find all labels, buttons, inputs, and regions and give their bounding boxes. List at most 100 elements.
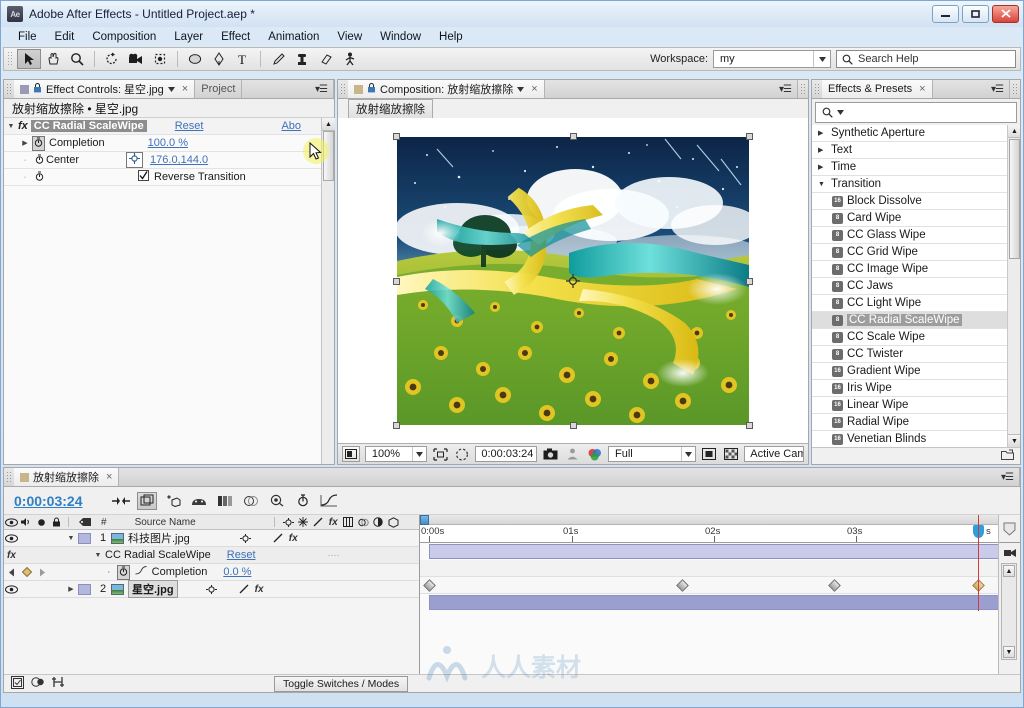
layer-transform-switch[interactable]: [238, 533, 253, 543]
tab-effects-presets[interactable]: Effects & Presets ×: [822, 80, 933, 98]
selection-handle-ml[interactable]: [393, 277, 400, 285]
table-row-effect[interactable]: fx ▼ CC Radial ScaleWipe Reset ····: [4, 547, 419, 564]
frame-blend-switch-icon[interactable]: [341, 517, 356, 527]
clone-stamp-tool-icon[interactable]: [290, 49, 314, 69]
effects-search-input[interactable]: [815, 102, 1017, 123]
effect-item-cc-twister[interactable]: 8 CC Twister: [812, 346, 1020, 363]
layer-source-name[interactable]: 科技图片.jpg: [128, 530, 190, 546]
view-mode-select[interactable]: Active Came: [744, 446, 804, 462]
twirl-right-icon-4[interactable]: ▶: [818, 163, 827, 171]
effect-item-cc-glass-wipe[interactable]: 8 CC Glass Wipe: [812, 227, 1020, 244]
effect-item-cc-grid-wipe[interactable]: 8 CC Grid Wipe: [812, 244, 1020, 261]
3d-layer-icon[interactable]: [386, 516, 401, 528]
effect-item-radial-wipe[interactable]: 16 Radial Wipe: [812, 414, 1020, 431]
reverse-transition-checkbox[interactable]: [138, 170, 149, 184]
lock-icon-2[interactable]: [367, 82, 376, 96]
panel-menu-icon[interactable]: ▾☰: [315, 84, 328, 95]
effect-item-cc-radial-scalewipe[interactable]: 8 CC Radial ScaleWipe: [812, 312, 1020, 329]
snapshot-icon[interactable]: [542, 446, 559, 462]
close-button[interactable]: [992, 5, 1019, 23]
eraser-tool-icon[interactable]: [314, 49, 338, 69]
selection-handle-bc[interactable]: [570, 421, 577, 429]
maximize-button[interactable]: [962, 5, 989, 23]
search-help-input[interactable]: Search Help: [836, 50, 1016, 68]
next-keyframe-icon[interactable]: [34, 568, 49, 577]
menu-item-file[interactable]: File: [9, 30, 46, 44]
brainstorm-icon[interactable]: [267, 492, 287, 510]
work-area-start-handle[interactable]: [420, 515, 429, 525]
property-value-center[interactable]: 176.0,144.0: [150, 154, 208, 166]
property-stopwatch-icon[interactable]: [116, 564, 130, 580]
comp-marker-bin-icon[interactable]: [999, 515, 1020, 543]
effect-controls-scrollbar[interactable]: ▲: [321, 118, 335, 464]
layer-camera-icon[interactable]: [999, 543, 1020, 561]
twirl-down-icon[interactable]: ▼: [4, 123, 18, 130]
twirl-right-icon[interactable]: ▶: [18, 139, 32, 147]
tab-composition[interactable]: Composition: 放射缩放擦除 ×: [348, 80, 545, 98]
effect-item-block-dissolve[interactable]: 16 Block Dissolve: [812, 193, 1020, 210]
selection-handle-br[interactable]: [746, 421, 753, 429]
panel-grip[interactable]: [6, 83, 12, 95]
effect-item-linear-wipe[interactable]: 16 Linear Wipe: [812, 397, 1020, 414]
magnification-select[interactable]: 100%: [364, 446, 427, 462]
scroll-up-icon[interactable]: ▲: [322, 118, 335, 131]
close-icon-3[interactable]: ×: [919, 83, 925, 95]
effect-item-card-wipe[interactable]: 8 Card Wipe: [812, 210, 1020, 227]
transparency-grid-icon[interactable]: [722, 446, 739, 462]
timeline-vertical-scrollbar[interactable]: ▲ ▼: [1001, 563, 1017, 660]
property-graph-icon[interactable]: [135, 566, 147, 578]
audio-icon[interactable]: [19, 517, 34, 527]
effects-group-time[interactable]: ▶ Time: [812, 159, 1020, 176]
effect-item-cc-jaws[interactable]: 8 CC Jaws: [812, 278, 1020, 295]
chevron-down-icon-2[interactable]: [517, 83, 525, 95]
panel-grip-3[interactable]: [800, 83, 806, 95]
panel-menu-icon-2[interactable]: ▾☰: [779, 84, 792, 95]
draft-3d-icon[interactable]: [163, 492, 183, 510]
selection-handle-mr[interactable]: [746, 277, 753, 285]
timeline-ruler[interactable]: 0:00s 01s 02s 03s s: [420, 515, 1020, 543]
layer2-transform-switch[interactable]: [204, 584, 219, 594]
layer-fx-switch[interactable]: fx: [286, 533, 301, 544]
pan-behind-tool-icon[interactable]: [148, 49, 172, 69]
stopwatch-icon[interactable]: [32, 135, 45, 151]
composition-image[interactable]: [393, 132, 759, 429]
tab-effect-controls[interactable]: Effect Controls: 星空.jpg ×: [14, 80, 196, 98]
layer-visibility-toggle[interactable]: [4, 533, 19, 543]
menu-item-animation[interactable]: Animation: [259, 30, 328, 44]
menu-item-help[interactable]: Help: [430, 30, 472, 44]
layer-quality-switch[interactable]: [271, 533, 286, 543]
layer-bar-2[interactable]: [429, 595, 1005, 610]
layer2-quality-switch[interactable]: [237, 584, 252, 594]
comp-flowchart-icon[interactable]: [11, 675, 24, 692]
twirl-down-icon-3[interactable]: ▼: [64, 535, 78, 542]
effect-header-row[interactable]: ▼ fx CC Radial ScaleWipe Reset Abo: [4, 118, 334, 135]
effect-item-venetian-blinds[interactable]: 16 Venetian Blinds: [812, 431, 1020, 447]
puppet-tool-icon[interactable]: [338, 49, 362, 69]
lock-icon[interactable]: [33, 82, 42, 96]
region-of-interest-icon[interactable]: [432, 446, 449, 462]
table-row-layer-2[interactable]: ▶ 2 星空.jpg fx: [4, 580, 419, 598]
mask-toggle-icon[interactable]: [454, 446, 471, 462]
quality-icon[interactable]: [311, 517, 326, 527]
anchor-point-icon[interactable]: [566, 273, 580, 288]
timeline-graph[interactable]: 0:00s 01s 02s 03s s ▲ ▼: [419, 515, 1020, 674]
effect-row-name[interactable]: CC Radial ScaleWipe: [105, 549, 211, 561]
brush-tool-icon[interactable]: [266, 49, 290, 69]
selection-handle-tr[interactable]: [746, 132, 753, 140]
selection-tool-icon[interactable]: [17, 49, 41, 69]
panel-grip-5[interactable]: [1012, 83, 1018, 95]
effect-item-gradient-wipe[interactable]: 16 Gradient Wipe: [812, 363, 1020, 380]
close-icon-2[interactable]: ×: [531, 83, 537, 95]
panel-grip-6[interactable]: [6, 471, 12, 483]
effects-list[interactable]: ▶ Synthetic Aperture ▶ Text ▶ Time ▼ Tra…: [812, 125, 1020, 447]
frame-blending-icon[interactable]: [215, 492, 235, 510]
chevron-down-icon[interactable]: [813, 51, 830, 67]
property-row-completion[interactable]: ▶ Completion 100.0 %: [4, 135, 334, 152]
hide-shy-layers-icon[interactable]: [189, 492, 209, 510]
keyframe-toggle-icon[interactable]: [19, 567, 34, 577]
layer-bar-1[interactable]: [429, 544, 1005, 559]
timeline-current-time[interactable]: 0:00:03:24: [4, 493, 83, 509]
effect-about-link[interactable]: Abo: [281, 120, 301, 132]
selection-handle-tl[interactable]: [393, 132, 400, 140]
stopwatch-icon[interactable]: [32, 171, 46, 184]
